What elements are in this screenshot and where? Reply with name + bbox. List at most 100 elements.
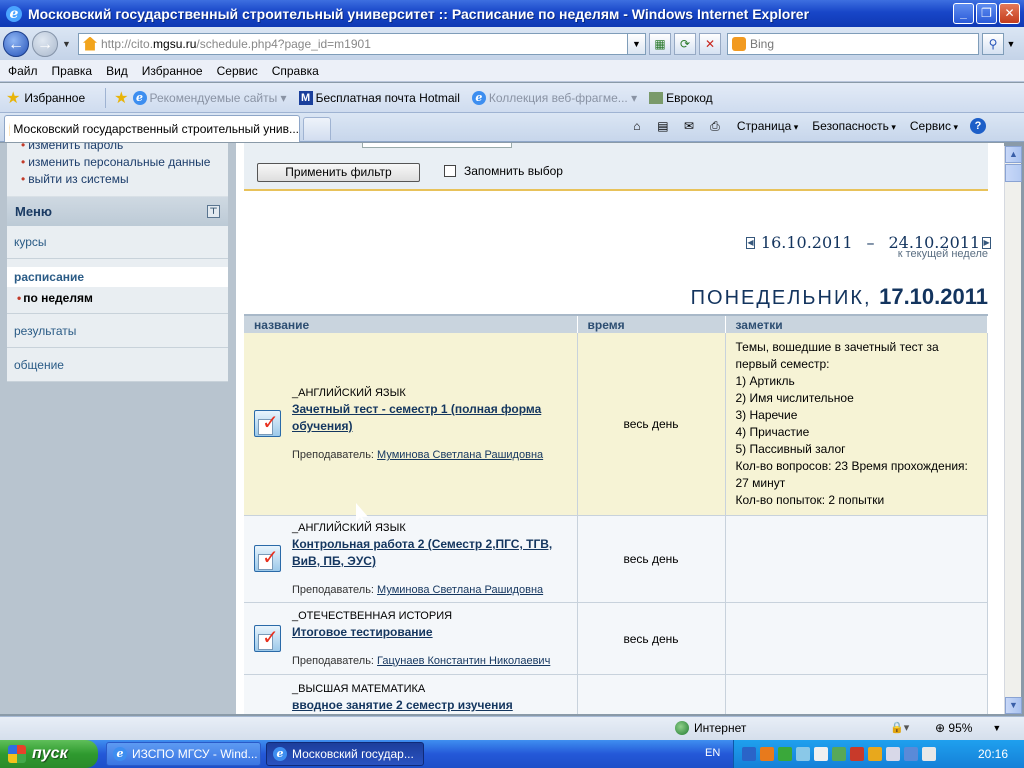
- fav-hotmail[interactable]: M Бесплатная почта Hotmail: [298, 90, 460, 105]
- compatibility-view-icon[interactable]: ▦: [649, 32, 671, 55]
- prev-week-icon[interactable]: ◀: [746, 236, 755, 249]
- stop-icon[interactable]: ✕: [699, 32, 721, 55]
- current-week-link[interactable]: к текущей неделе: [876, 248, 988, 260]
- page-menu[interactable]: Страница: [737, 119, 798, 133]
- tray-app-icon[interactable]: [922, 747, 936, 761]
- language-indicator[interactable]: EN: [705, 747, 720, 759]
- change-profile-link[interactable]: • изменить персональные данные: [21, 154, 228, 171]
- logout-link[interactable]: • выйти из системы: [21, 171, 228, 188]
- taskbar-item-mgsu[interactable]: e Московский государ...: [266, 742, 424, 766]
- teacher-link[interactable]: Гацунаев Константин Николаевич: [377, 655, 550, 667]
- menu-edit[interactable]: Правка: [52, 64, 93, 78]
- history-dropdown-icon[interactable]: ▼: [62, 39, 74, 49]
- change-password-link[interactable]: • изменить пароль: [21, 143, 228, 154]
- close-button[interactable]: ✕: [999, 3, 1020, 24]
- notes-cell: Темы, вошедшие в зачетный тест за первый…: [725, 333, 988, 516]
- test-link[interactable]: Итоговое тестирование: [292, 624, 569, 641]
- teacher-link[interactable]: Муминова Светлана Рашидовна: [377, 449, 543, 461]
- table-row: _ВЫСШАЯ МАТЕМАТИКА вводное занятие 2 сем…: [244, 674, 988, 714]
- start-button[interactable]: пуск: [0, 740, 98, 768]
- refresh-icon[interactable]: ⟳: [674, 32, 696, 55]
- help-icon[interactable]: ?: [970, 118, 986, 134]
- test-link[interactable]: Зачетный тест - семестр 1 (полная форма …: [292, 401, 569, 435]
- col-name: название: [244, 314, 578, 333]
- ie-icon: e: [132, 90, 147, 105]
- star-icon: ★: [6, 89, 21, 107]
- table-row: _ОТЕЧЕСТВЕННАЯ ИСТОРИЯ Итоговое тестиров…: [244, 602, 988, 675]
- menu-file[interactable]: Файл: [8, 64, 38, 78]
- taskbar-item-izspo[interactable]: e ИЗСПО МГСУ - Wind...: [106, 742, 261, 766]
- remember-choice[interactable]: Запомнить выбор: [444, 164, 563, 178]
- favorites-button[interactable]: ★ Избранное: [6, 88, 85, 108]
- address-dropdown-icon[interactable]: ▼: [628, 32, 646, 55]
- tray-app-icon[interactable]: [886, 747, 900, 761]
- time-cell: весь день: [577, 333, 726, 516]
- fav-recommended-sites[interactable]: e Рекомендуемые сайты ▾: [132, 90, 287, 105]
- msn-icon: M: [298, 90, 313, 105]
- menu-favorites[interactable]: Избранное: [142, 64, 203, 78]
- address-bar[interactable]: http://cito. mgsu.ru/schedule.php4?page_i…: [78, 32, 628, 55]
- menu-help[interactable]: Справка: [272, 64, 319, 78]
- test-link[interactable]: Контрольная работа 2 (Семестр 2,ПГС, ТГВ…: [292, 536, 569, 570]
- network-icon[interactable]: [814, 747, 828, 761]
- sidebar-item-communication[interactable]: общение: [7, 348, 228, 382]
- vertical-scrollbar[interactable]: ▲ ▼: [1004, 146, 1022, 714]
- fav-eurocode[interactable]: Еврокод: [649, 91, 713, 105]
- maximize-button[interactable]: ❐: [976, 3, 997, 24]
- new-tab-button[interactable]: [303, 117, 331, 140]
- scroll-up-icon[interactable]: ▲: [1005, 146, 1022, 163]
- user-links: • изменить пароль • изменить персональные …: [7, 143, 228, 196]
- collapse-icon[interactable]: ⊤: [207, 205, 220, 218]
- tray-app-icon[interactable]: [850, 747, 864, 761]
- tools-menu[interactable]: Сервис: [910, 119, 958, 133]
- apply-filter-button[interactable]: Применить фильтр: [257, 163, 420, 182]
- next-week-icon[interactable]: ▶: [982, 236, 991, 249]
- back-button[interactable]: ←: [3, 30, 29, 57]
- forward-button[interactable]: →: [32, 30, 58, 57]
- menu-view[interactable]: Вид: [106, 64, 128, 78]
- tray-app-icon[interactable]: [904, 747, 918, 761]
- sidebar: • изменить пароль • изменить персональные …: [7, 143, 228, 714]
- scroll-thumb[interactable]: [1005, 164, 1022, 182]
- fav-webslice-gallery[interactable]: e Коллекция веб-фрагме... ▾: [471, 90, 637, 105]
- safety-menu[interactable]: Безопасность: [812, 119, 896, 133]
- protected-mode-icon[interactable]: 🔒▾: [890, 721, 909, 734]
- bluetooth-icon[interactable]: [742, 747, 756, 761]
- volume-icon[interactable]: [868, 747, 882, 761]
- sidebar-item-results[interactable]: результаты: [7, 314, 228, 348]
- mail-icon[interactable]: ✉: [681, 118, 697, 134]
- tray-app-icon[interactable]: [760, 747, 774, 761]
- tray-app-icon[interactable]: [796, 747, 810, 761]
- tray-app-icon[interactable]: [832, 747, 846, 761]
- search-icon[interactable]: ⚲: [982, 32, 1004, 55]
- tab-row: Московский государственный строительный …: [0, 113, 1024, 142]
- window-title: Московский государственный строительный …: [28, 5, 810, 22]
- menu-tools[interactable]: Сервис: [217, 64, 258, 78]
- favorites-bar: ★ Избранное ★ e Рекомендуемые сайты ▾ M …: [0, 83, 1024, 113]
- test-link[interactable]: вводное занятие 2 семестр изучения: [292, 697, 569, 714]
- tray-app-icon[interactable]: [778, 747, 792, 761]
- teacher-link[interactable]: Муминова Светлана Рашидовна: [377, 584, 543, 596]
- home-icon[interactable]: ⌂: [629, 118, 645, 134]
- subject-name: _ОТЕЧЕСТВЕННАЯ ИСТОРИЯ: [292, 610, 453, 622]
- search-input[interactable]: Bing: [727, 32, 979, 55]
- filter-select[interactable]: [362, 143, 512, 148]
- sidebar-subitem-by-weeks[interactable]: • по неделям: [7, 287, 228, 305]
- sidebar-item-courses[interactable]: курсы: [7, 226, 228, 259]
- minimize-button[interactable]: _: [953, 3, 974, 24]
- tab-active[interactable]: Московский государственный строительный …: [4, 115, 300, 142]
- feeds-icon[interactable]: ▤: [655, 118, 671, 134]
- window-controls: _ ❐ ✕: [953, 3, 1020, 24]
- zoom-dropdown-icon[interactable]: ▼: [992, 723, 1001, 733]
- week-start: 16.10.2011: [760, 233, 853, 252]
- remember-checkbox[interactable]: [444, 165, 456, 177]
- notes-cell: [725, 602, 988, 675]
- col-notes: заметки: [725, 314, 988, 333]
- sidebar-item-schedule[interactable]: расписание • по неделям: [7, 259, 228, 314]
- print-icon[interactable]: ⎙: [707, 118, 723, 134]
- zoom-control[interactable]: ⊕ 95% ▼: [935, 721, 1001, 735]
- scroll-down-icon[interactable]: ▼: [1005, 697, 1022, 714]
- add-favorite-icon[interactable]: ★: [114, 88, 128, 108]
- search-dropdown-icon[interactable]: ▼: [1004, 39, 1018, 49]
- subject-name: _АНГЛИЙСКИЙ ЯЗЫК: [292, 522, 406, 534]
